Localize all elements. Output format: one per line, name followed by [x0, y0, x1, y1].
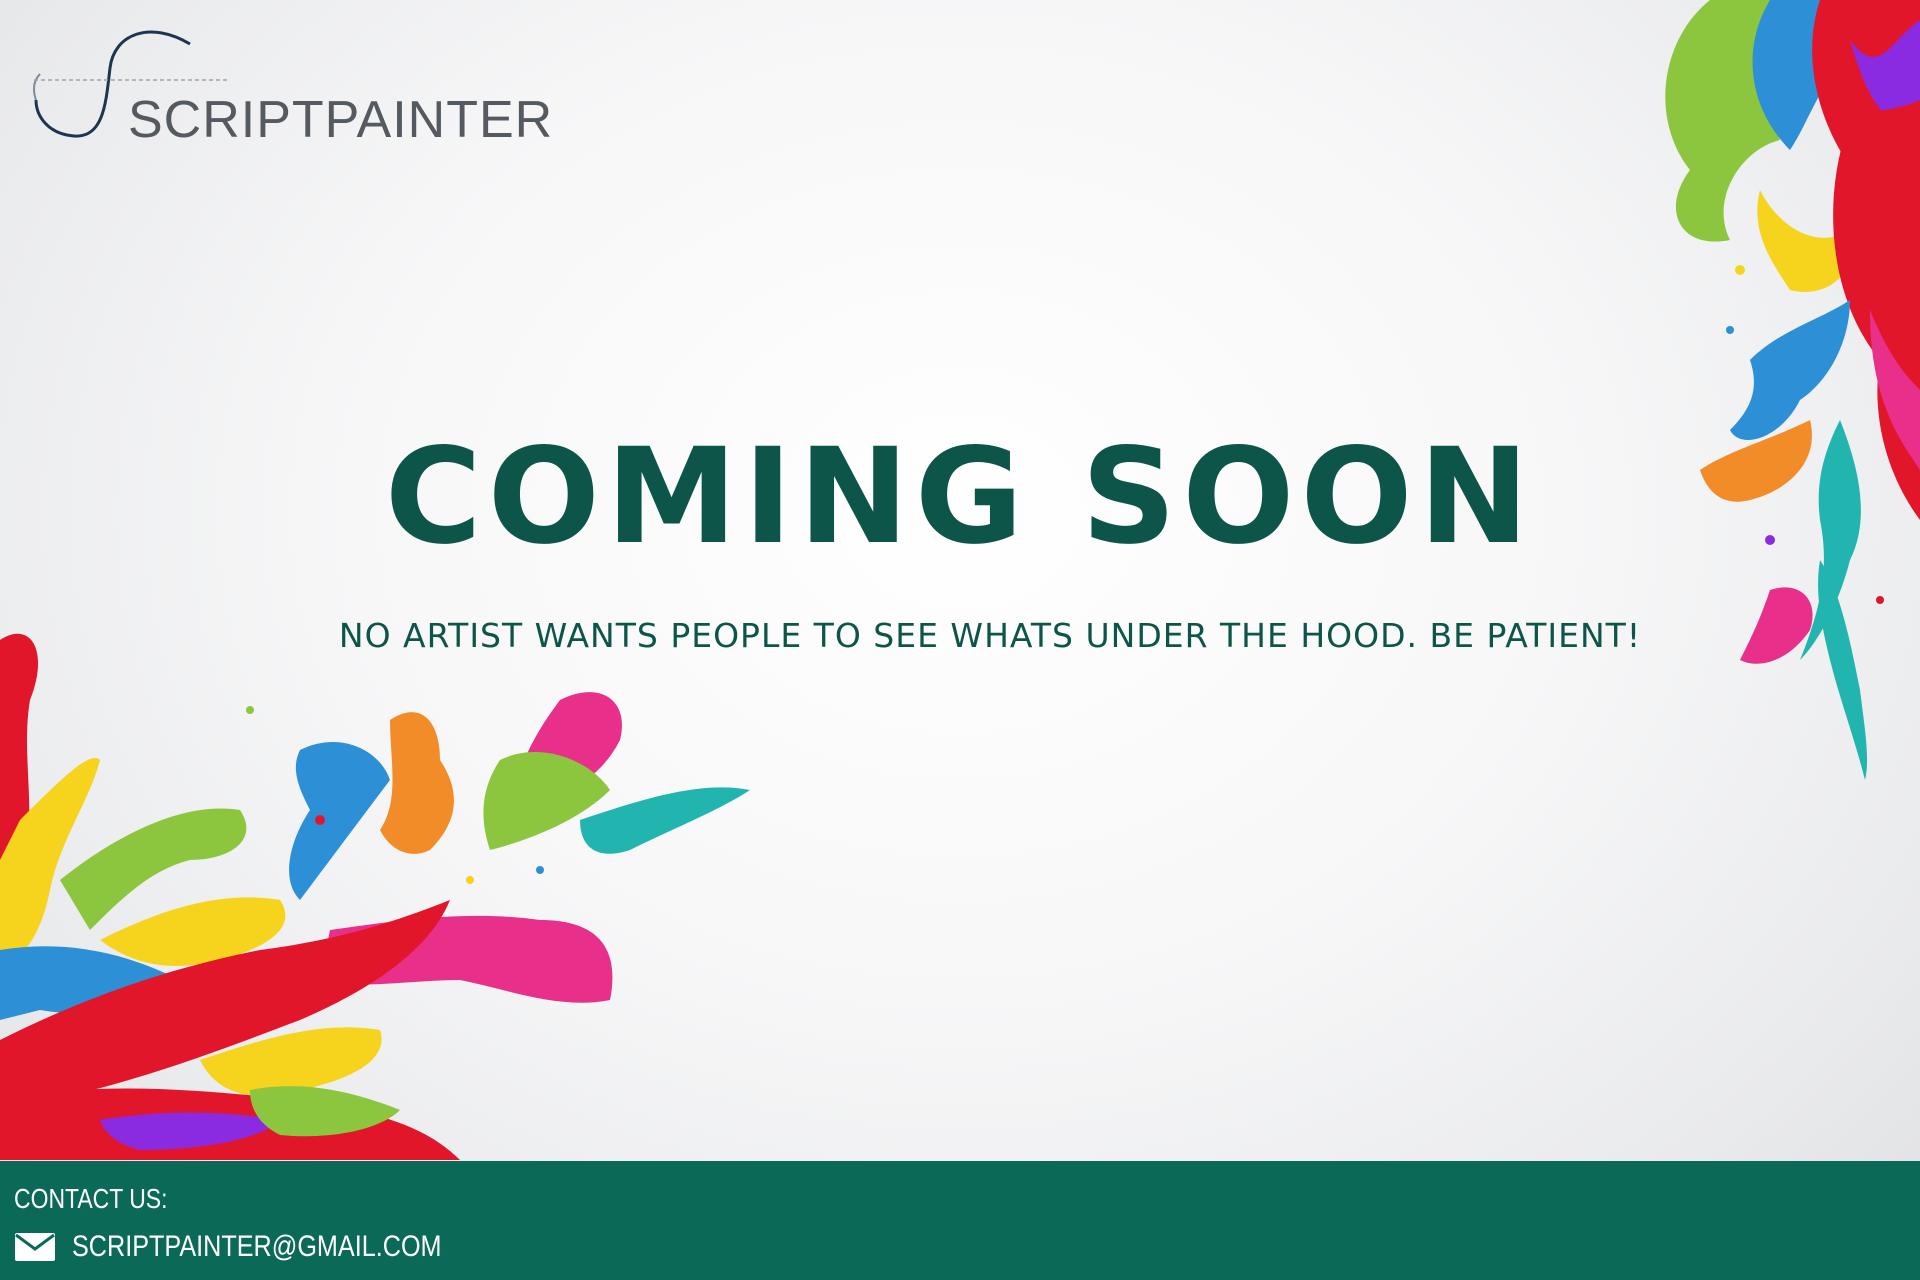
paint-splash-right — [1665, 0, 1920, 780]
contact-footer: CONTACT US: SCRIPTPAINTER@GMAIL.COM — [0, 1161, 1920, 1280]
brand-logo[interactable]: SCRIPTPAINTER — [30, 28, 554, 149]
brand-name: SCRIPTPAINTER — [128, 91, 554, 149]
coming-soon-message: NO ARTIST WANTS PEOPLE TO SEE WHATS UNDE… — [338, 616, 1642, 655]
envelope-icon — [15, 1233, 55, 1261]
email-contact-link[interactable]: SCRIPTPAINTER@GMAIL.COM — [14, 1229, 512, 1265]
contact-label: CONTACT US: — [14, 1183, 168, 1214]
contact-email[interactable]: SCRIPTPAINTER@GMAIL.COM — [72, 1230, 442, 1264]
coming-soon-heading: COMING SOON — [384, 420, 1536, 574]
paint-splash-left — [0, 633, 750, 1160]
coming-soon-page: SCRIPTPAINTER COMING SOON NO ARTIST WANT… — [0, 0, 1920, 1280]
